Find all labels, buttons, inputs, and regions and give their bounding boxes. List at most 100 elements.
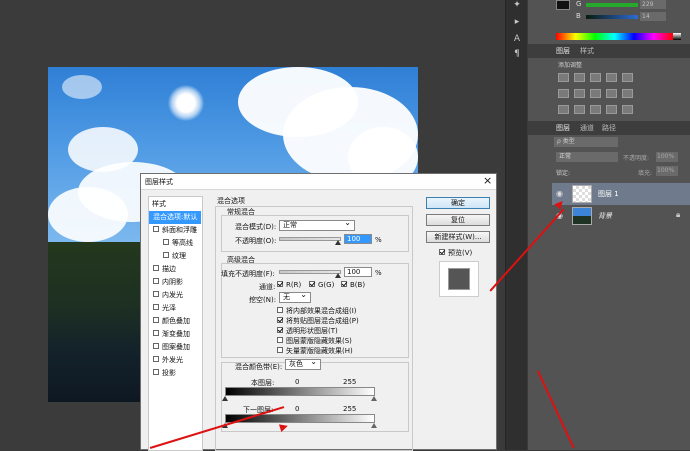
fill-opacity-slider-handle[interactable]	[335, 273, 341, 278]
history-icon[interactable]: ✦	[511, 0, 523, 10]
brightness-icon[interactable]	[558, 73, 569, 82]
color-r-value[interactable]: 229	[640, 0, 666, 9]
layer-row-background[interactable]: ◉ 背景 🔒︎	[552, 205, 690, 227]
tab-paths[interactable]: 路径	[602, 123, 616, 133]
gradient-map-icon[interactable]	[606, 105, 617, 114]
color-b-slider[interactable]	[586, 15, 638, 19]
checkbox[interactable]	[153, 343, 159, 349]
knockout-select[interactable]: 无	[279, 290, 311, 303]
layer-blend-mode-select[interactable]: 正常	[556, 152, 618, 162]
this-layer-gradient[interactable]	[225, 387, 375, 396]
checkbox[interactable]	[153, 304, 159, 310]
layer-filter-select[interactable]: ρ 类型	[554, 137, 618, 147]
style-item-inner-shadow[interactable]: 内阴影	[149, 276, 201, 289]
checkbox[interactable]	[163, 239, 169, 245]
checkbox[interactable]	[163, 252, 169, 258]
style-item-texture[interactable]: 纹理	[149, 250, 201, 263]
color-spectrum[interactable]	[556, 33, 673, 40]
character-icon[interactable]: A	[511, 34, 523, 44]
color-b-value[interactable]: 14	[640, 12, 666, 21]
new-style-button[interactable]: 新建样式(W)...	[426, 231, 490, 243]
channel-mixer-icon[interactable]	[622, 89, 633, 98]
this-layer-min: 0	[295, 378, 300, 386]
tab-layers[interactable]: 图层	[556, 123, 570, 133]
hue-saturation-icon[interactable]	[558, 89, 569, 98]
checkbox[interactable]	[153, 330, 159, 336]
black-white-icon[interactable]	[590, 89, 601, 98]
checkbox[interactable]	[153, 317, 159, 323]
tab-styles-2[interactable]: 样式	[580, 46, 594, 56]
dialog-title-bar[interactable]: 图层样式 ×	[141, 174, 496, 190]
invert-icon[interactable]	[558, 105, 569, 114]
layer-name: 背景	[598, 212, 612, 220]
blend-mode-select[interactable]: 正常	[279, 218, 355, 231]
checkbox[interactable]	[153, 291, 159, 297]
levels-icon[interactable]	[574, 73, 585, 82]
style-item-color-overlay[interactable]: 颜色叠加	[149, 315, 201, 328]
this-layer-black-handle[interactable]	[222, 396, 228, 401]
ok-button[interactable]: 确定	[426, 197, 490, 209]
preview-checkbox[interactable]: 预览(V)	[439, 248, 472, 258]
foreground-swatch[interactable]	[556, 0, 570, 10]
blend-if-select[interactable]: 灰色	[285, 357, 321, 370]
opacity-label: 不透明度(O):	[235, 237, 277, 245]
reset-button[interactable]: 复位	[426, 214, 490, 226]
color-g-slider[interactable]	[586, 3, 638, 7]
style-preview-box	[439, 261, 479, 297]
style-item-contour[interactable]: 等高线	[149, 237, 201, 250]
layer-opacity-value[interactable]: 100%	[656, 152, 678, 162]
checkbox[interactable]	[153, 278, 159, 284]
channel-b-checkbox[interactable]: B(B)	[341, 281, 365, 289]
paragraph-icon[interactable]: ¶	[511, 49, 523, 59]
underlying-layer-min: 0	[295, 405, 300, 413]
checkbox[interactable]	[153, 369, 159, 375]
option-layer-mask-hides-checkbox[interactable]: 图层蒙版隐藏效果(S)	[277, 336, 352, 346]
tab-channels[interactable]: 通道	[580, 123, 594, 133]
this-layer-white-handle[interactable]	[371, 396, 377, 401]
curves-icon[interactable]	[590, 73, 601, 82]
fill-opacity-input[interactable]: 100	[344, 267, 372, 277]
opacity-slider-handle[interactable]	[335, 240, 341, 245]
visibility-eye-icon[interactable]: ◉	[556, 189, 563, 198]
style-item-inner-glow[interactable]: 内发光	[149, 289, 201, 302]
style-item-bevel[interactable]: 斜面和浮雕	[149, 224, 201, 237]
styles-list-header: 样式	[152, 200, 166, 208]
close-icon[interactable]: ×	[483, 174, 492, 187]
grayscale-ramp[interactable]	[673, 33, 681, 40]
channel-r-checkbox[interactable]: R(R)	[277, 281, 301, 289]
layer-thumbnail	[572, 207, 592, 225]
tab-styles-1[interactable]: 图层	[556, 46, 570, 56]
checkbox[interactable]	[153, 265, 159, 271]
photo-filter-icon[interactable]	[606, 89, 617, 98]
underlying-white-handle[interactable]	[371, 423, 377, 428]
fill-value[interactable]: 100%	[656, 166, 678, 176]
right-panels: G 229 B 14 图层 样式 添加调整 图层 通道 路径 ρ 类型 正常 不…	[528, 0, 690, 450]
threshold-icon[interactable]	[590, 105, 601, 114]
checkbox[interactable]	[153, 356, 159, 362]
style-item-blending-options[interactable]: 混合选项:默认	[149, 211, 201, 224]
actions-icon[interactable]: ▸	[511, 17, 523, 27]
style-item-drop-shadow[interactable]: 投影	[149, 367, 201, 380]
layer-row-layer1[interactable]: ◉ 图层 1	[552, 183, 690, 205]
style-item-gradient-overlay[interactable]: 渐变叠加	[149, 328, 201, 341]
checkbox[interactable]	[153, 226, 159, 232]
style-item-outer-glow[interactable]: 外发光	[149, 354, 201, 367]
opacity-percent: %	[375, 236, 382, 244]
style-item-pattern-overlay[interactable]: 图案叠加	[149, 341, 201, 354]
color-balance-icon[interactable]	[574, 89, 585, 98]
fill-opacity-slider[interactable]	[279, 270, 341, 274]
selective-color-icon[interactable]	[622, 105, 633, 114]
posterize-icon[interactable]	[574, 105, 585, 114]
option-transparency-shapes-checkbox[interactable]: 透明形状图层(T)	[277, 326, 338, 336]
option-blend-clipped-checkbox[interactable]: 将剪贴图层混合成组(P)	[277, 316, 359, 326]
vibrance-icon[interactable]	[622, 73, 633, 82]
exposure-icon[interactable]	[606, 73, 617, 82]
option-blend-interior-checkbox[interactable]: 将内部效果混合成组(I)	[277, 306, 357, 316]
opacity-input[interactable]: 100	[344, 234, 372, 244]
channel-g-checkbox[interactable]: G(G)	[309, 281, 334, 289]
style-item-satin[interactable]: 光泽	[149, 302, 201, 315]
style-item-stroke[interactable]: 描边	[149, 263, 201, 276]
opacity-slider[interactable]	[279, 237, 341, 241]
layer-style-dialog: 图层样式 × 样式 混合选项:默认 斜面和浮雕 等高线 纹理 描边 内阴影 内发…	[140, 173, 497, 451]
option-vector-mask-hides-checkbox[interactable]: 矢量蒙版隐藏效果(H)	[277, 346, 353, 356]
